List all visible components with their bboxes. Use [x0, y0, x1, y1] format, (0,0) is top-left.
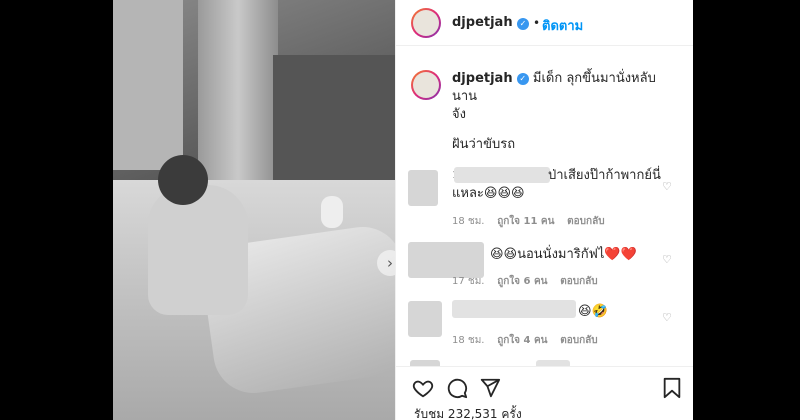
comment-text: ป่าเสียงป๊าก้าพากย์นี่: [548, 168, 661, 183]
post-video[interactable]: ›: [113, 0, 395, 420]
views-count[interactable]: รับชม 232,531 ครั้ง: [414, 405, 522, 420]
action-bar: รับชม 232,531 ครั้ง: [396, 366, 693, 420]
comment-avatar-blurred[interactable]: [408, 301, 442, 337]
verified-icon: ✓: [517, 18, 529, 30]
photo-shelf: [113, 0, 183, 170]
post-sidebar: djpetjah ✓ • ติดตาม djpetjah ✓ มีเด็ก ลุ…: [395, 0, 693, 420]
post-header: djpetjah ✓ • ติดตาม: [396, 0, 693, 46]
header-username[interactable]: djpetjah: [452, 15, 513, 30]
reply-button[interactable]: ตอบกลับ: [567, 216, 604, 227]
caption-username[interactable]: djpetjah: [452, 71, 513, 86]
comment-meta: 17 ชม. ถูกใจ 6 คน ตอบกลับ: [452, 274, 598, 289]
comment-avatar-blurred[interactable]: [408, 242, 484, 278]
comments-list[interactable]: djpetjah ✓ มีเด็ก ลุกขึ้นมานั่งหลับ นาน …: [396, 46, 693, 366]
reply-button[interactable]: ตอบกลับ: [560, 335, 597, 346]
comment-text: แหละ😆😆😆: [452, 186, 525, 201]
bookmark-icon[interactable]: [662, 377, 682, 399]
comment-likes[interactable]: ถูกใจ 4 คน: [497, 335, 547, 346]
comment-time[interactable]: 17 ชม.: [452, 276, 484, 287]
photo-baby-head: [158, 155, 208, 205]
share-icon[interactable]: [479, 377, 501, 399]
comment-username-blurred[interactable]: [454, 167, 550, 183]
comment-username-blurred[interactable]: [452, 300, 576, 318]
comment-time[interactable]: 18 ชม.: [452, 335, 484, 346]
photo-baby: [148, 185, 248, 315]
avatar[interactable]: [411, 8, 441, 38]
heart-icon[interactable]: ♡: [662, 253, 672, 266]
comment-text: 😆😆นอนนั่งมาริกัฟไ❤️❤️: [490, 247, 637, 262]
comment-likes[interactable]: ถูกใจ 6 คน: [497, 276, 547, 287]
heart-icon[interactable]: ♡: [662, 180, 672, 193]
verified-icon: ✓: [516, 72, 529, 85]
comment-icon[interactable]: [446, 377, 468, 399]
comment-likes[interactable]: ถูกใจ 11 คน: [497, 216, 554, 227]
reply-button[interactable]: ตอบกลับ: [560, 276, 597, 287]
comment-avatar-blurred[interactable]: [408, 170, 438, 206]
comment-text: 😆🤣: [578, 304, 608, 319]
follow-button[interactable]: ติดตาม: [542, 15, 583, 36]
comment-time[interactable]: 18 ชม.: [452, 216, 484, 227]
heart-icon[interactable]: [412, 377, 434, 399]
caption-text-3: ฝันว่าขับรถ: [452, 137, 516, 152]
photo-toy: [321, 196, 343, 228]
caption-avatar[interactable]: [411, 70, 441, 100]
comment-meta: 18 ชม. ถูกใจ 4 คน ตอบกลับ: [452, 333, 598, 348]
header-dot: •: [533, 16, 541, 30]
heart-icon[interactable]: ♡: [662, 311, 672, 324]
caption-text-2: จัง: [452, 107, 466, 122]
post-modal: › djpetjah ✓ • ติดตาม djpetjah ✓ มีเด็ก …: [113, 0, 693, 420]
comment-meta: 18 ชม. ถูกใจ 11 คน ตอบกลับ: [452, 214, 605, 229]
